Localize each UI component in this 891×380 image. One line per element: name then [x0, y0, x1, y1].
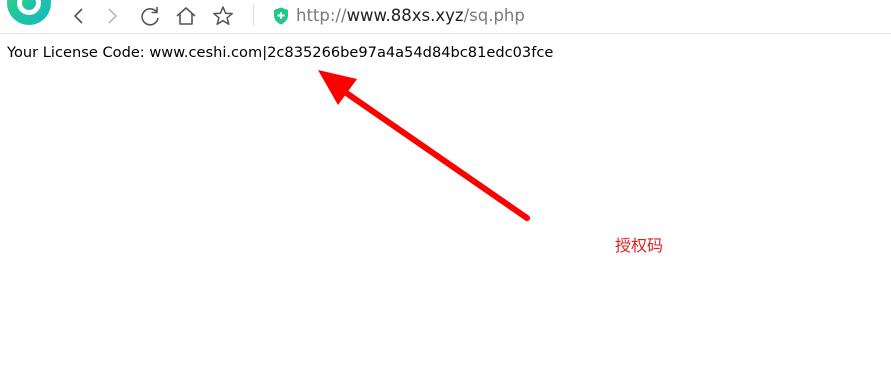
url-path: /sq.php — [463, 6, 525, 25]
reload-button[interactable] — [137, 3, 163, 29]
reload-icon — [141, 7, 159, 26]
toolbar-separator — [253, 5, 254, 26]
license-value: www.ceshi.com|2c835266be97a4a54d84bc81ed… — [149, 44, 554, 61]
forward-button[interactable] — [99, 3, 125, 29]
browser-toolbar: http://www.88xs.xyz/sq.php — [0, 0, 891, 34]
back-icon — [73, 8, 83, 24]
bookmark-star-icon — [213, 6, 233, 26]
forward-icon — [108, 8, 118, 24]
license-code-text: Your License Code: www.ceshi.com|2c83526… — [7, 43, 553, 63]
back-button[interactable] — [66, 3, 92, 29]
address-bar[interactable]: http://www.88xs.xyz/sq.php — [296, 5, 525, 27]
url-host: www.88xs.xyz — [346, 6, 464, 25]
home-button[interactable] — [173, 3, 199, 29]
browser-logo-icon[interactable] — [4, 0, 54, 28]
annotation-label: 授权码 — [615, 236, 664, 255]
arrow-shaft — [339, 87, 530, 221]
license-label: Your License Code: — [7, 44, 150, 61]
bookmark-button[interactable] — [210, 3, 236, 29]
arrow-head — [318, 70, 357, 105]
url-protocol: http:// — [296, 6, 347, 25]
home-icon — [176, 7, 196, 25]
secure-shield-icon[interactable] — [273, 7, 289, 25]
